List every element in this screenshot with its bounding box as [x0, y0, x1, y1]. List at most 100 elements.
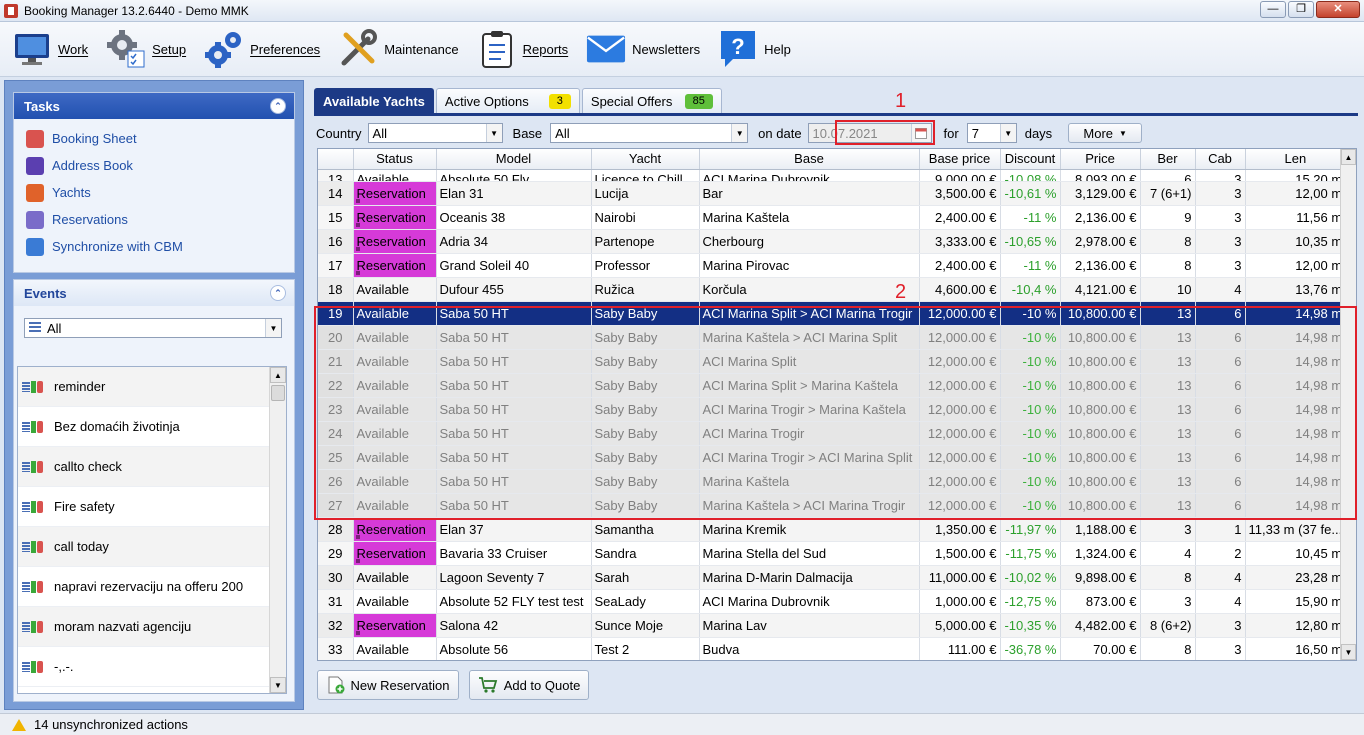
cell-base-price: 1,000.00 €	[919, 589, 1001, 614]
tab-label: Available Yachts	[323, 93, 425, 109]
menu-help[interactable]: ? Help	[712, 24, 797, 74]
cell-price: 1,188.00 €	[1060, 517, 1141, 542]
tasks-header[interactable]: Tasks ⌃	[14, 93, 294, 119]
cell-price: 2,978.00 €	[1060, 229, 1141, 254]
event-item[interactable]: moram nazvati agenciju	[18, 607, 270, 647]
cell-model: Absolute 56	[436, 637, 592, 660]
scroll-up-icon[interactable]: ▲	[1341, 149, 1356, 165]
cell-base: ACI Marina Dubrovnik	[699, 589, 920, 614]
column-header[interactable]: Cab	[1195, 149, 1246, 170]
menu-newsletters[interactable]: Newsletters	[580, 24, 706, 74]
event-label: Fire safety	[54, 499, 115, 514]
table-row[interactable]: 30 Available Lagoon Seventy 7 Sarah Marina D…	[318, 565, 1347, 590]
country-value: All	[372, 125, 387, 141]
chevron-down-icon: ▼	[485, 124, 502, 142]
table-row[interactable]: 17 Reservation Grand Soleil 40 Professor Mar…	[318, 253, 1347, 278]
table-row[interactable]: 13 Available Absolute 50 Fly Licence to Chi…	[318, 169, 1347, 182]
days-value: 7	[971, 125, 979, 141]
column-header[interactable]: Yacht	[591, 149, 700, 170]
scroll-down-icon[interactable]: ▼	[1341, 644, 1356, 660]
cell-model: Absolute 50 Fly	[436, 169, 592, 182]
table-row[interactable]: 29 Reservation Bavaria 33 Cruiser Sandra Mar…	[318, 541, 1347, 566]
cell-base-price: 4,600.00 €	[919, 277, 1001, 302]
column-header[interactable]: Model	[436, 149, 592, 170]
collapse-icon[interactable]: ⌃	[270, 285, 286, 301]
event-item[interactable]: reminder	[18, 367, 270, 407]
cell-yacht: Samantha	[591, 517, 700, 542]
cell-yacht: Sandra	[591, 541, 700, 566]
task-yachts[interactable]: Yachts	[14, 179, 294, 206]
add-to-quote-button[interactable]: Add to Quote	[469, 670, 589, 700]
cell-ber: 7 (6+1)	[1140, 181, 1196, 206]
menu-setup[interactable]: Setup	[100, 24, 192, 74]
minimize-button[interactable]: —	[1260, 1, 1286, 18]
column-header[interactable]: Base	[699, 149, 920, 170]
collapse-icon[interactable]: ⌃	[270, 98, 286, 114]
column-header[interactable]: Base price	[919, 149, 1001, 170]
events-filter-select[interactable]: All ▼	[24, 318, 282, 338]
event-reminder-icon	[22, 659, 50, 675]
column-header[interactable]	[318, 149, 354, 170]
column-header[interactable]: Len	[1245, 149, 1347, 170]
table-row[interactable]: 16 Reservation Adria 34 Partenope Cherbourg 3…	[318, 229, 1347, 254]
tab-available-yachts[interactable]: Available Yachts	[314, 88, 434, 113]
cell-yacht: SeaLady	[591, 589, 700, 614]
cell-base: Korčula	[699, 277, 920, 302]
tab-active-options[interactable]: Active Options 3	[435, 88, 580, 113]
events-header[interactable]: Events ⌃	[14, 280, 294, 306]
chevron-down-icon: ▼	[731, 124, 748, 142]
cell-cab: 3	[1195, 229, 1246, 254]
scroll-down-icon[interactable]: ▼	[270, 677, 286, 693]
menu-reports[interactable]: Reports	[471, 24, 575, 74]
event-item[interactable]: call today	[18, 527, 270, 567]
days-select[interactable]: 7 ▼	[966, 123, 1017, 143]
task-booking-sheet[interactable]: Booking Sheet	[14, 125, 294, 152]
country-select[interactable]: All ▼	[367, 123, 503, 143]
event-item[interactable]: Fire safety	[18, 487, 270, 527]
maximize-button[interactable]: ❐	[1288, 1, 1314, 18]
event-item[interactable]: callto check	[18, 447, 270, 487]
table-row[interactable]: 33 Available Absolute 56 Test 2 Budva 111.00 …	[318, 637, 1347, 660]
help-icon: ?	[718, 29, 758, 69]
table-row[interactable]: 28 Reservation Elan 37 Samantha Marina Kremi…	[318, 517, 1347, 542]
base-select[interactable]: All ▼	[550, 123, 749, 143]
task-synchronize-with-cbm[interactable]: Synchronize with CBM	[14, 233, 294, 260]
events-scrollbar[interactable]: ▲ ▼	[269, 367, 286, 693]
cell-len: 23,28 m	[1245, 565, 1347, 590]
status-text[interactable]: 14 unsynchronized actions	[34, 717, 188, 732]
cart-icon	[478, 677, 497, 693]
scroll-thumb[interactable]	[271, 385, 285, 401]
menu-work[interactable]: Work	[6, 24, 94, 74]
new-reservation-button[interactable]: New Reservation	[317, 670, 459, 700]
column-header[interactable]: Ber	[1140, 149, 1196, 170]
table-row[interactable]: 18 Available Dufour 455 Ružica Korčula 4,600.…	[318, 277, 1347, 302]
table-row[interactable]: 31 Available Absolute 52 FLY test test SeaL…	[318, 589, 1347, 614]
more-button[interactable]: More ▼	[1068, 123, 1143, 143]
cell-discount: -11 %	[1000, 205, 1061, 230]
tab-special-offers[interactable]: Special Offers 85	[581, 88, 722, 113]
close-button[interactable]: ✕	[1316, 1, 1360, 18]
event-item[interactable]: Bez domaćih životinja	[18, 407, 270, 447]
task-address-book[interactable]: Address Book	[14, 152, 294, 179]
menu-preferences[interactable]: Preferences	[198, 24, 326, 74]
cell-cab: 3	[1195, 181, 1246, 206]
menu-maintenance[interactable]: Maintenance	[332, 24, 464, 74]
column-header[interactable]: Price	[1060, 149, 1141, 170]
cell-cab: 4	[1195, 589, 1246, 614]
table-row[interactable]: 14 Reservation Elan 31 Lucija Bar 3,500.00 € -…	[318, 181, 1347, 206]
base-value: All	[555, 125, 570, 141]
column-header[interactable]: Status	[353, 149, 437, 170]
column-header[interactable]: Discount	[1000, 149, 1061, 170]
scroll-up-icon[interactable]: ▲	[270, 367, 286, 383]
task-reservations[interactable]: Reservations	[14, 206, 294, 233]
cell-ber: 3	[1140, 589, 1196, 614]
cell-discount: -36,78 %	[1000, 637, 1061, 660]
cell-cab: 3	[1195, 205, 1246, 230]
menu-help-label: Help	[764, 41, 791, 57]
event-item[interactable]: napravi rezervaciju na offeru 200	[18, 567, 270, 607]
cell-price: 2,136.00 €	[1060, 205, 1141, 230]
table-row[interactable]: 32 Reservation Salona 42 Sunce Moje Marina L…	[318, 613, 1347, 638]
event-item[interactable]: -,.-.	[18, 647, 270, 687]
days-label: days	[1024, 125, 1053, 141]
table-row[interactable]: 15 Reservation Oceanis 38 Nairobi Marina Kaš…	[318, 205, 1347, 230]
